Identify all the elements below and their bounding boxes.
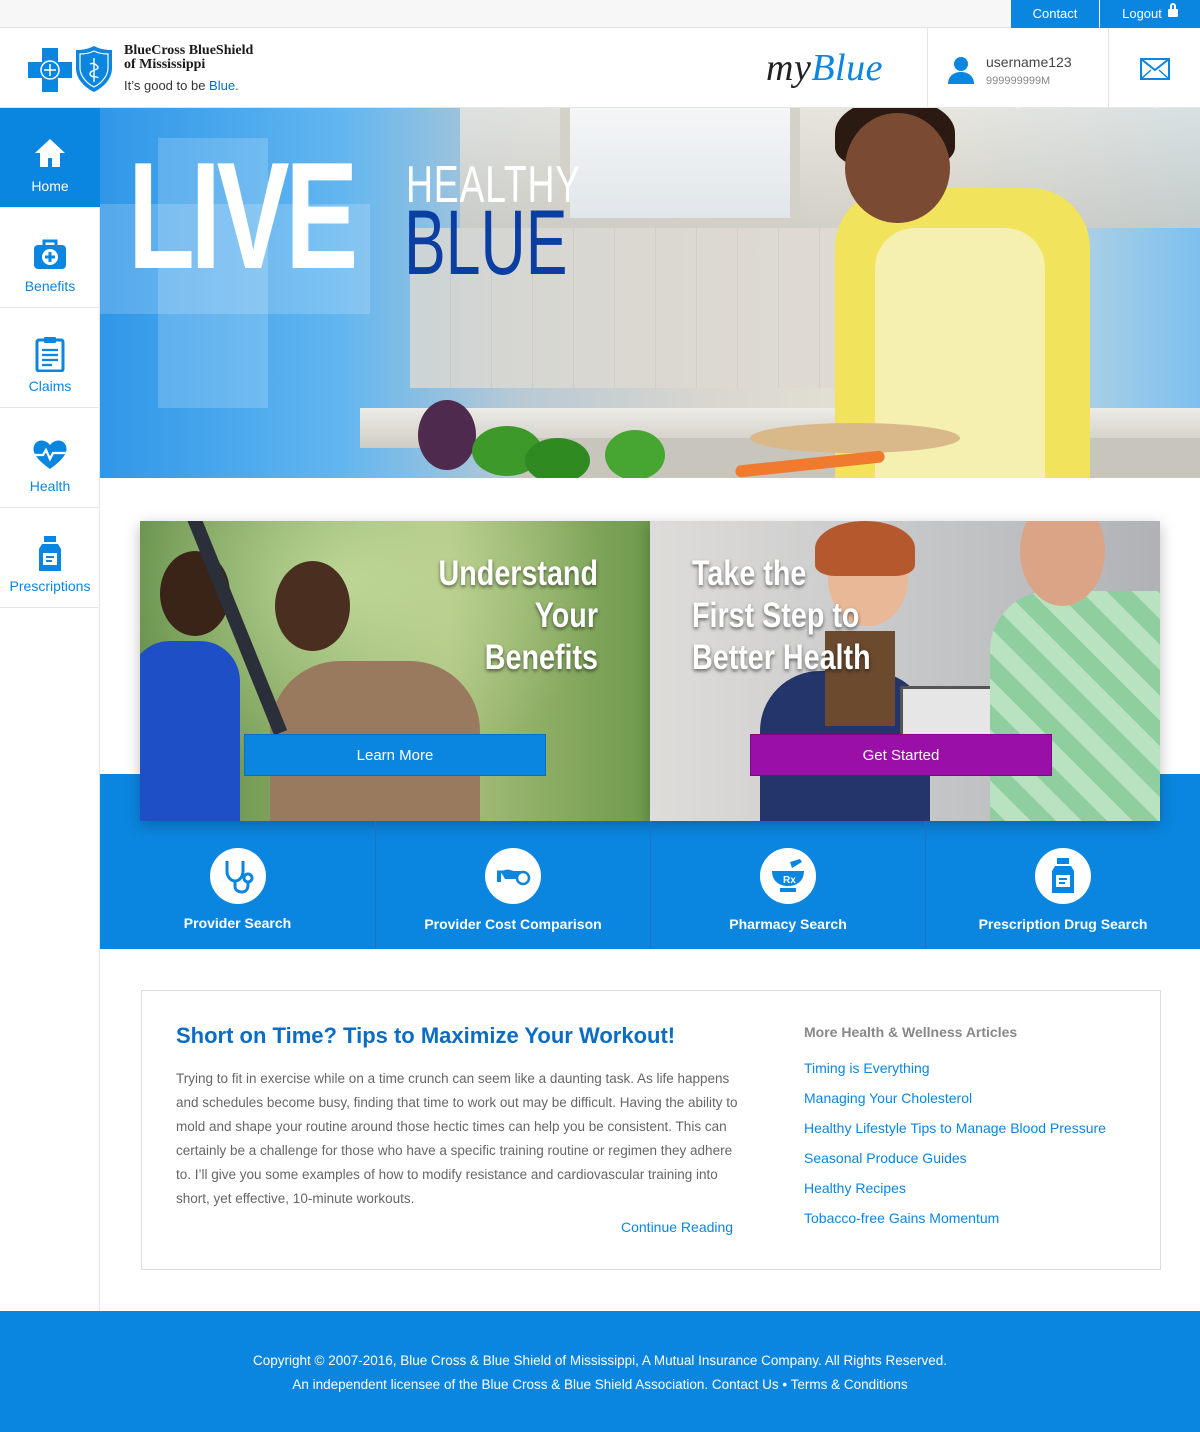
site-header: BlueCross BlueShield of Mississippi It’s… <box>0 28 1200 112</box>
article-link[interactable]: Healthy Lifestyle Tips to Manage Blood P… <box>804 1113 1106 1143</box>
logout-button[interactable]: Logout <box>1100 0 1200 28</box>
article-link[interactable]: Healthy Recipes <box>804 1173 1106 1203</box>
promo-photo-boy-shirt <box>140 641 240 821</box>
footer-contact-link[interactable]: Contact Us <box>712 1377 779 1392</box>
article-link[interactable]: Tobacco-free Gains Momentum <box>804 1203 1106 1233</box>
tool-label: Provider Search <box>183 915 292 931</box>
promo-title-line: Understand <box>438 554 598 593</box>
promo-understand-benefits[interactable]: Understand Your Benefits Learn More <box>140 521 650 821</box>
get-started-button[interactable]: Get Started <box>750 734 1052 776</box>
hero-photo-window <box>560 108 800 218</box>
hero-photo-pepper <box>605 430 665 478</box>
brand-tagline: It’s good to be Blue. <box>124 78 239 93</box>
licensee-text: An independent licensee of the Blue Cros… <box>292 1377 712 1392</box>
tool-label: Provider Cost Comparison <box>424 916 602 932</box>
clipboard-icon <box>35 337 65 372</box>
promo-title-line: Benefits <box>484 638 598 677</box>
contact-link[interactable]: Contact <box>1011 0 1099 28</box>
article-card: Short on Time? Tips to Maximize Your Wor… <box>141 990 1161 1270</box>
tagline-highlight: Blue. <box>209 78 239 93</box>
promo-title-first-step: Take the First Step to Better Health <box>692 553 954 679</box>
promo-photo-patient-gown <box>990 591 1160 821</box>
footer-separator: • <box>778 1377 791 1392</box>
tool-icon-circle <box>1035 848 1091 904</box>
more-articles-list: Timing is Everything Managing Your Chole… <box>804 1053 1106 1233</box>
blue-shield-logo-icon[interactable] <box>76 46 112 92</box>
nav-health[interactable]: Health <box>0 408 100 508</box>
side-navigation: Home Benefits Claims Health Prescription… <box>0 108 100 1311</box>
brand-name: BlueCross BlueShield of Mississippi <box>124 44 253 72</box>
promo-title-line: Your <box>534 596 598 635</box>
mortar-pestle-rx-icon: Rx <box>772 859 804 892</box>
promo-first-step[interactable]: Take the First Step to Better Health Get… <box>650 521 1160 821</box>
promo-title-line: Better Health <box>692 638 871 677</box>
nav-label-claims: Claims <box>28 378 72 394</box>
mail-icon[interactable] <box>1140 58 1170 80</box>
promo-photo-teen-head <box>275 561 350 651</box>
tool-label: Pharmacy Search <box>729 916 847 932</box>
nav-prescriptions[interactable]: Prescriptions <box>0 508 100 608</box>
brand-name-line1: BlueCross BlueShield <box>124 43 254 58</box>
home-icon <box>35 139 65 167</box>
member-id: 999999999M <box>986 75 1051 87</box>
user-account-menu[interactable]: username123 999999999M <box>927 28 1109 108</box>
app-title-blue: Blue <box>811 47 883 89</box>
tool-icon-circle <box>210 848 266 904</box>
tool-provider-search[interactable]: Provider Search <box>100 821 375 949</box>
tool-icon-circle <box>485 848 541 904</box>
svg-text:Rx: Rx <box>783 875 796 886</box>
nav-home[interactable]: Home <box>0 108 100 208</box>
promo-title-line: Take the <box>692 554 807 593</box>
copyright-text: Copyright © 2007-2016, Blue Cross & Blue… <box>252 1353 948 1368</box>
tool-icon-circle: Rx <box>760 848 816 904</box>
nav-claims[interactable]: Claims <box>0 308 100 408</box>
medical-kit-icon <box>34 239 66 269</box>
article-link[interactable]: Seasonal Produce Guides <box>804 1143 1106 1173</box>
hero-photo-eggplant <box>418 400 476 470</box>
user-icon <box>948 57 974 84</box>
tool-label: Prescription Drug Search <box>978 916 1148 932</box>
article-link[interactable]: Managing Your Cholesterol <box>804 1083 1106 1113</box>
stethoscope-icon <box>225 861 254 894</box>
username: username123 <box>986 54 1072 70</box>
tagline-prefix: It’s good to be <box>124 78 210 93</box>
continue-reading-link[interactable]: Continue Reading <box>621 1219 733 1235</box>
footer-links-line: An independent licensee of the Blue Cros… <box>0 1377 1200 1392</box>
promo-title-benefits: Understand Your Benefits <box>352 553 598 679</box>
hero-photo-pepper <box>525 438 590 478</box>
app-title-my: my <box>766 47 812 89</box>
nav-label-benefits: Benefits <box>24 278 76 294</box>
tool-provider-cost-comparison[interactable]: Provider Cost Comparison <box>376 821 650 949</box>
nav-label-health: Health <box>29 478 71 494</box>
blue-cross-logo-icon[interactable] <box>28 48 72 92</box>
myblue-app-title: myBlue <box>766 46 883 90</box>
article-title[interactable]: Short on Time? Tips to Maximize Your Wor… <box>176 1023 675 1049</box>
nav-label-prescriptions: Prescriptions <box>9 578 91 594</box>
logout-label: Logout <box>1122 6 1162 21</box>
hero-title-live: LIVE <box>128 131 358 301</box>
hero-photo-cutting-board <box>750 423 960 453</box>
lock-icon <box>1167 3 1178 17</box>
brand-name-line2: of Mississippi <box>124 57 206 72</box>
nav-benefits[interactable]: Benefits <box>0 208 100 308</box>
tool-prescription-drug-search[interactable]: Prescription Drug Search <box>926 821 1200 949</box>
utility-bar: Contact Logout <box>0 0 1200 28</box>
terms-link[interactable]: Terms & Conditions <box>791 1377 908 1392</box>
learn-more-button[interactable]: Learn More <box>244 734 546 776</box>
hero-photo-woman-face <box>845 113 950 223</box>
site-footer: Copyright © 2007-2016, Blue Cross & Blue… <box>0 1311 1200 1432</box>
hand-coin-icon <box>497 869 531 886</box>
tool-pharmacy-search[interactable]: Rx Pharmacy Search <box>651 821 925 949</box>
pill-bottle-icon <box>39 536 61 571</box>
nav-label-home: Home <box>31 178 69 194</box>
more-articles-heading: More Health & Wellness Articles <box>804 1024 1018 1040</box>
pill-bottle-icon <box>1052 858 1074 893</box>
article-excerpt: Trying to fit in exercise while on a tim… <box>176 1071 738 1206</box>
promo-title-line: First Step to <box>692 596 860 635</box>
heartbeat-icon <box>33 440 67 469</box>
hero-title-blue: BLUE <box>404 192 568 294</box>
article-link[interactable]: Timing is Everything <box>804 1053 1106 1083</box>
